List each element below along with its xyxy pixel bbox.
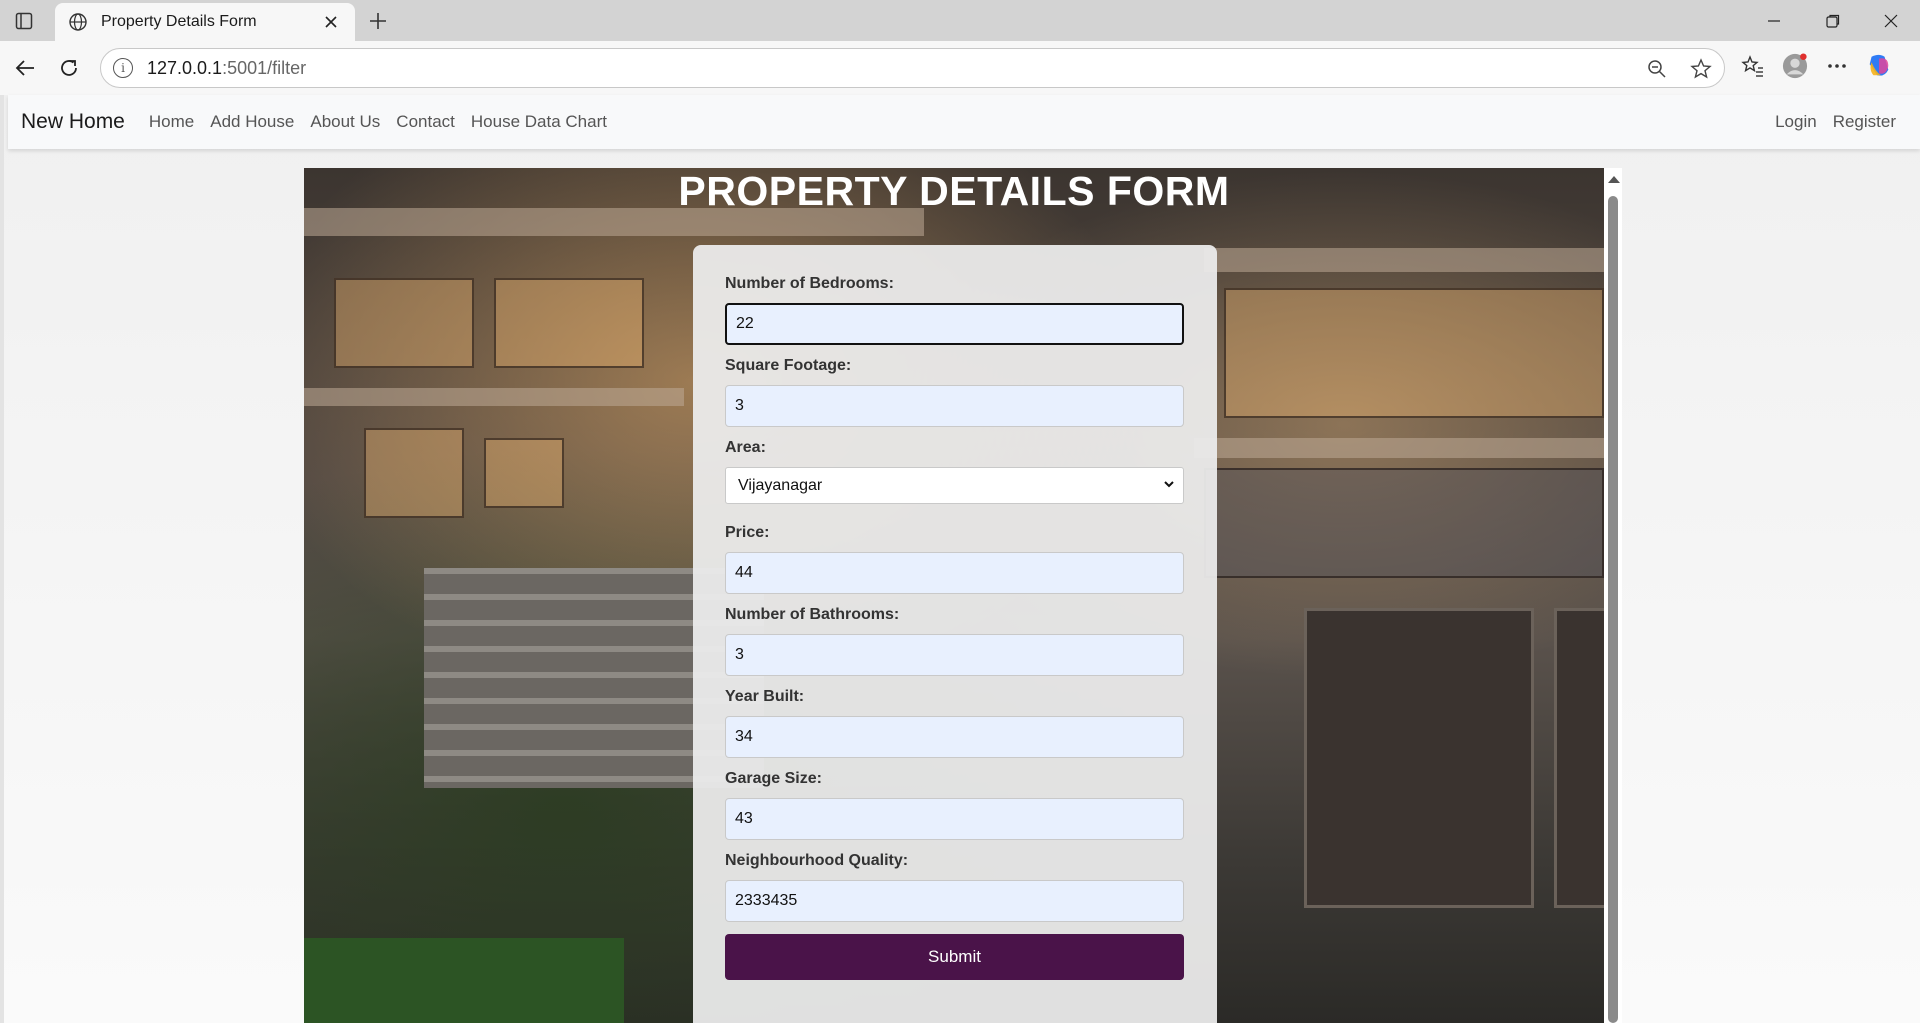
tab-title: Property Details Form <box>101 13 257 30</box>
favorite-star-icon[interactable] <box>1688 56 1714 82</box>
scroll-up-icon[interactable] <box>1608 176 1620 183</box>
copilot-icon[interactable] <box>1866 53 1892 79</box>
bedrooms-label: Number of Bedrooms: <box>725 275 894 292</box>
bedrooms-field: Number of Bedrooms: 22 <box>725 275 1185 345</box>
submit-button[interactable]: Submit <box>725 934 1184 980</box>
bedrooms-input[interactable]: 22 <box>725 303 1184 345</box>
nav-contact-link[interactable]: Contact <box>396 112 455 132</box>
brand-link[interactable]: New Home <box>21 110 125 134</box>
address-bar[interactable]: i 127.0.0.1:5001/filter <box>100 48 1725 88</box>
browser-toolbar: i 127.0.0.1:5001/filter <box>0 41 1920 95</box>
window-close-icon[interactable] <box>1862 0 1920 41</box>
url-host: 127.0.0.1 <box>147 57 223 78</box>
year-built-field: Year Built: 34 <box>725 688 1185 758</box>
site-navbar: New Home Home Add House About Us Contact… <box>8 95 1920 149</box>
back-icon[interactable] <box>10 53 40 83</box>
bathrooms-label: Number of Bathrooms: <box>725 606 900 623</box>
year-built-input[interactable]: 34 <box>725 716 1184 758</box>
more-icon[interactable] <box>1824 53 1850 79</box>
nav-about-us-link[interactable]: About Us <box>310 112 380 132</box>
browser-tab[interactable]: Property Details Form <box>55 3 355 41</box>
sidebar-toggle-icon[interactable] <box>12 9 36 33</box>
property-form: Number of Bedrooms: 22 Square Footage: 3… <box>693 245 1217 1023</box>
garage-size-input[interactable]: 43 <box>725 798 1184 840</box>
zoom-out-icon[interactable] <box>1644 56 1670 82</box>
new-tab-icon[interactable] <box>364 7 392 35</box>
square-footage-label: Square Footage: <box>725 357 852 374</box>
square-footage-field: Square Footage: 3 <box>725 357 1185 427</box>
web-page: New Home Home Add House About Us Contact… <box>0 95 1920 1023</box>
neighbourhood-quality-field: Neighbourhood Quality: 2333435 <box>725 852 1185 922</box>
garage-size-label: Garage Size: <box>725 770 822 787</box>
content-scrollbar[interactable] <box>1604 168 1622 1023</box>
close-icon[interactable] <box>319 10 343 34</box>
bathrooms-input[interactable]: 3 <box>725 634 1184 676</box>
nav-add-house-link[interactable]: Add House <box>210 112 294 132</box>
area-label: Area: <box>725 439 766 456</box>
minimize-icon[interactable] <box>1745 0 1803 41</box>
garage-size-field: Garage Size: 43 <box>725 770 1185 840</box>
nav-house-data-chart-link[interactable]: House Data Chart <box>471 112 607 132</box>
square-footage-input[interactable]: 3 <box>725 385 1184 427</box>
profile-icon[interactable] <box>1782 53 1808 79</box>
price-label: Price: <box>725 524 770 541</box>
url-path: :5001/filter <box>222 57 307 78</box>
nav-home-link[interactable]: Home <box>149 112 194 132</box>
nav-register-link[interactable]: Register <box>1833 112 1896 132</box>
browser-tab-bar: Property Details Form <box>0 0 1920 41</box>
bathrooms-field: Number of Bathrooms: 3 <box>725 606 1185 676</box>
area-select[interactable]: Vijayanagar <box>725 467 1184 504</box>
area-selected-value: Vijayanagar <box>738 476 823 494</box>
scrollbar-thumb[interactable] <box>1608 196 1618 1023</box>
year-built-label: Year Built: <box>725 688 805 705</box>
globe-icon <box>67 11 89 33</box>
price-input[interactable]: 44 <box>725 552 1184 594</box>
neighbourhood-quality-label: Neighbourhood Quality: <box>725 852 909 869</box>
refresh-icon[interactable] <box>54 53 84 83</box>
favorites-icon[interactable] <box>1740 53 1766 79</box>
site-info-icon[interactable]: i <box>113 58 133 78</box>
area-field: Area: Vijayanagar <box>725 439 1185 504</box>
neighbourhood-quality-input[interactable]: 2333435 <box>725 880 1184 922</box>
price-field: Price: 44 <box>725 524 1185 594</box>
chevron-down-icon <box>1163 477 1175 495</box>
nav-login-link[interactable]: Login <box>1775 112 1817 132</box>
restore-icon[interactable] <box>1804 0 1862 41</box>
form-title: PROPERTY DETAILS FORM <box>678 168 1230 214</box>
